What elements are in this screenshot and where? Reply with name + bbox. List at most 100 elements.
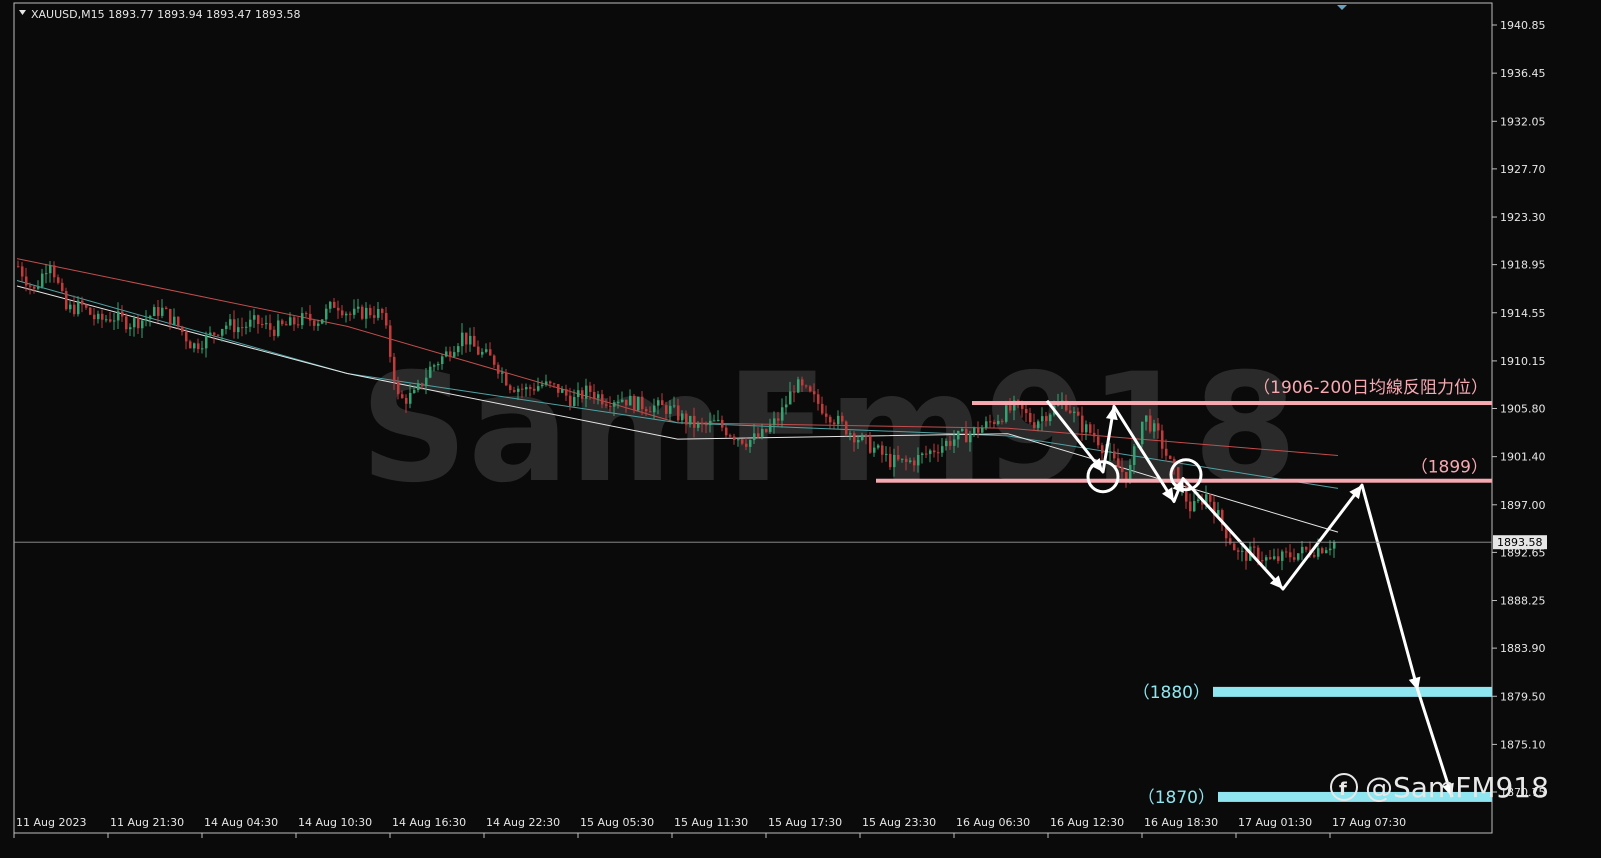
candle-body [1209, 494, 1212, 502]
candle-body [1113, 451, 1116, 459]
support-1870-label: （1870） [1138, 788, 1215, 808]
candle-body [453, 352, 456, 357]
candle-body [761, 428, 764, 437]
candle-body [1077, 411, 1080, 416]
y-tick-label: 1905.80 [1500, 403, 1546, 416]
candle-body [709, 420, 712, 426]
candle-body [673, 405, 676, 407]
candle-body [757, 433, 760, 437]
candle-body [865, 434, 868, 437]
candle-body [529, 387, 532, 389]
candle-body [905, 458, 908, 462]
candle-body [25, 276, 28, 286]
y-tick-label: 1883.90 [1500, 642, 1546, 655]
candle-body [21, 266, 24, 277]
candle-body [1317, 548, 1320, 557]
candle-body [241, 327, 244, 329]
candle-body [485, 349, 488, 352]
candle-body [533, 388, 536, 391]
candle-body [1037, 421, 1040, 428]
candle-body [1029, 412, 1032, 423]
y-tick-label: 1910.15 [1500, 355, 1546, 368]
x-tick-label: 14 Aug 10:30 [298, 816, 372, 829]
candle-body [1301, 546, 1304, 554]
price-chart[interactable]: SamFm918 （1906-200日均線反阻力位） （1899） （1880） （1… [0, 0, 1601, 854]
candle-body [981, 427, 984, 433]
candle-body [357, 306, 360, 309]
candle-body [1101, 445, 1104, 454]
candle-body [313, 320, 316, 326]
candle-body [537, 386, 540, 391]
mid-level-label: （1899） [1411, 458, 1488, 478]
candle-body [785, 404, 788, 408]
candle-body [261, 324, 264, 326]
candle-body [1089, 424, 1092, 433]
candle-body [569, 395, 572, 407]
candle-body [1081, 415, 1084, 433]
candle-body [925, 453, 928, 455]
candle-body [249, 319, 252, 327]
x-tick-label: 15 Aug 05:30 [580, 816, 654, 829]
candle-body [781, 407, 784, 421]
candle-body [581, 390, 584, 399]
candle-body [561, 389, 564, 393]
candle-body [93, 314, 96, 320]
candle-body [445, 351, 448, 357]
candle-body [961, 428, 964, 431]
candle-body [185, 331, 188, 342]
candle-body [733, 436, 736, 440]
candle-body [921, 453, 924, 456]
candle-body [1245, 550, 1248, 561]
candle-body [885, 453, 888, 455]
candle-body [909, 460, 912, 462]
candle-body [297, 324, 300, 326]
candle-body [1257, 547, 1260, 561]
candle-body [665, 405, 668, 414]
candle-body [525, 387, 528, 390]
candle-body [1329, 548, 1332, 551]
candle-body [409, 392, 412, 404]
x-tick-label: 17 Aug 01:30 [1238, 816, 1312, 829]
candle-body [1145, 415, 1148, 422]
candle-body [53, 265, 56, 278]
candle-body [321, 319, 324, 324]
candle-body [769, 425, 772, 432]
candle-body [229, 319, 232, 326]
candle-body [897, 454, 900, 460]
candle-body [949, 440, 952, 446]
candle-body [717, 419, 720, 421]
candle-body [253, 315, 256, 320]
candle-body [137, 318, 140, 329]
candle-body [1193, 501, 1196, 512]
resistance-label: （1906-200日均線反阻力位） [1253, 378, 1488, 398]
candle-body [505, 372, 508, 386]
candle-body [441, 356, 444, 364]
x-tick-label: 11 Aug 2023 [16, 816, 86, 829]
y-tick-label: 1914.55 [1500, 307, 1546, 320]
candle-body [149, 316, 152, 319]
candle-body [889, 453, 892, 468]
candle-body [109, 319, 112, 322]
candle-body [401, 394, 404, 398]
candle-body [65, 291, 68, 310]
candle-body [285, 324, 288, 326]
candle-body [1153, 423, 1156, 432]
y-tick-label: 1923.30 [1500, 211, 1546, 224]
candle-body [729, 435, 732, 437]
candle-body [173, 316, 176, 325]
y-tick-label: 1901.40 [1500, 451, 1546, 464]
candle-body [681, 413, 684, 421]
candle-body [429, 366, 432, 378]
candle-body [861, 434, 864, 440]
candle-body [1117, 458, 1120, 468]
candle-body [49, 265, 52, 274]
candle-body [85, 304, 88, 308]
y-tick-label: 1927.70 [1500, 163, 1546, 176]
candle-body [601, 394, 604, 405]
candle-body [933, 450, 936, 453]
candle-body [465, 332, 468, 345]
candle-body [337, 307, 340, 311]
candle-body [29, 285, 32, 287]
candle-body [1169, 455, 1172, 459]
candle-body [1273, 556, 1276, 559]
